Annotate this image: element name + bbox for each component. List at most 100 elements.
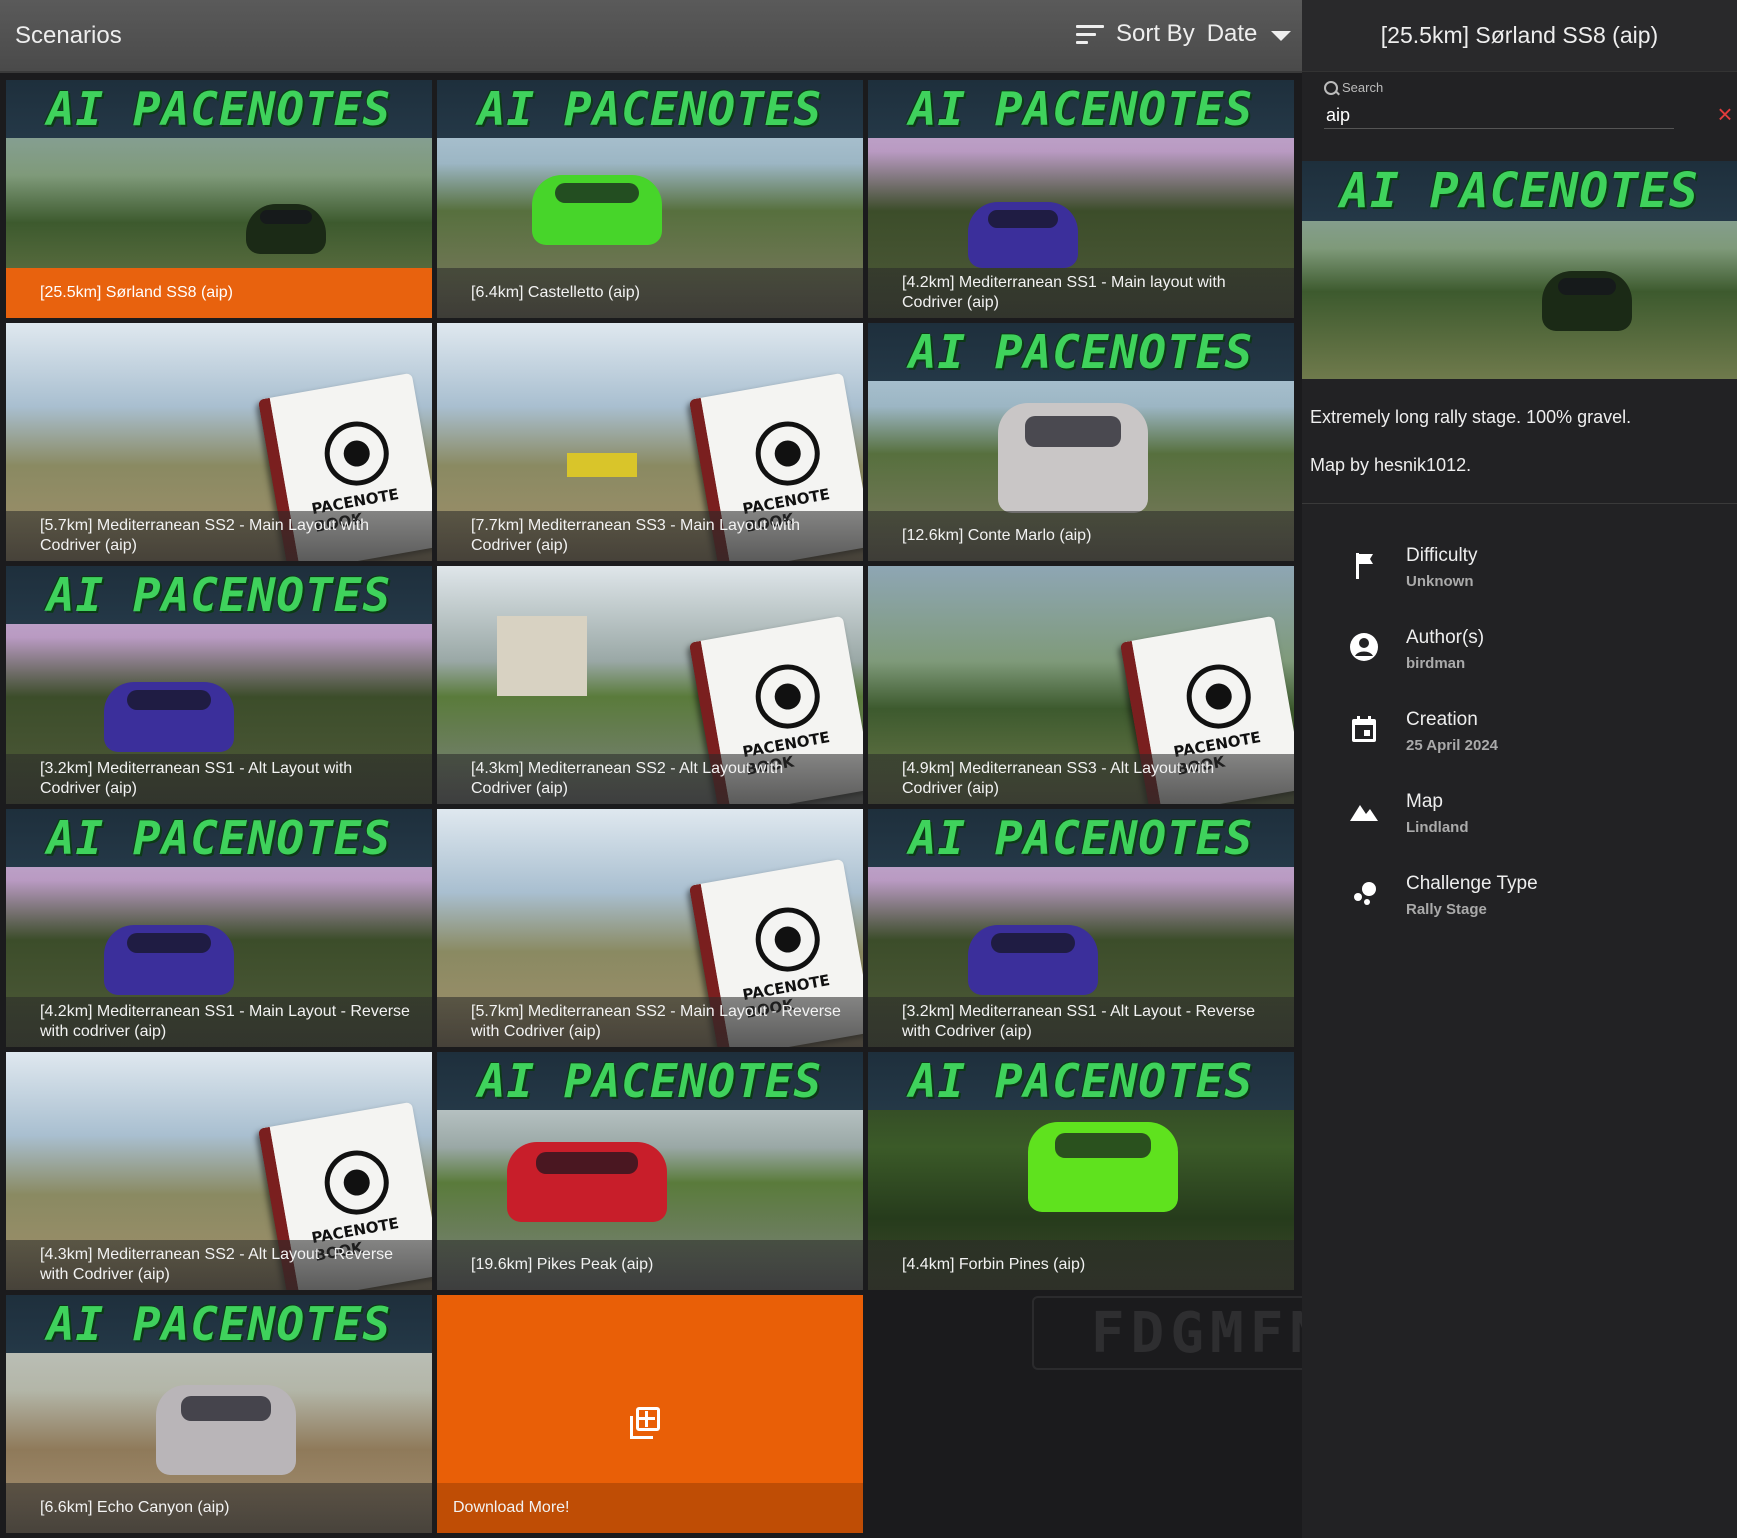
info-key: Challenge Type (1406, 873, 1538, 894)
tile-caption: [4.4km] Forbin Pines (aip) (868, 1240, 1294, 1290)
add-to-library-icon (630, 1407, 660, 1439)
info-row-map: Map Lindland (1302, 791, 1737, 873)
flag-icon (1356, 553, 1373, 579)
sort-icon (1076, 23, 1104, 45)
info-row-creation: Creation 25 April 2024 (1302, 709, 1737, 791)
car-image (156, 1385, 296, 1475)
sort-dropdown[interactable]: Date (1207, 20, 1292, 48)
caret-down-icon (1271, 31, 1292, 41)
scenario-tile[interactable]: AI PACENOTES [4.4km] Forbin Pines (aip) (868, 1052, 1294, 1290)
info-key: Map (1406, 791, 1443, 812)
tent-image (567, 453, 637, 477)
car-image (968, 202, 1078, 268)
page-title: Scenarios (15, 22, 122, 49)
scenario-tile[interactable]: PACENOTE BOOK [4.3km] Mediterranean SS2 … (6, 1052, 432, 1290)
tile-caption: [6.6km] Echo Canyon (aip) (6, 1483, 432, 1533)
tile-caption: [4.3km] Mediterranean SS2 - Alt Layout -… (6, 1240, 432, 1290)
emblem-icon (319, 1145, 394, 1220)
car-image (246, 204, 326, 254)
search-label: Search (1342, 80, 1384, 95)
search-input[interactable] (1324, 102, 1674, 129)
scenario-preview-image: AI PACENOTES (1302, 161, 1737, 379)
scenario-tile[interactable]: AI PACENOTES [6.4km] Castelletto (aip) (437, 80, 863, 318)
tile-caption: [3.2km] Mediterranean SS1 - Alt Layout -… (868, 997, 1294, 1047)
scenario-tile[interactable]: PACENOTE BOOK [4.3km] Mediterranean SS2 … (437, 566, 863, 804)
tile-caption: [4.9km] Mediterranean SS3 - Alt Layout w… (868, 754, 1294, 804)
sort-label: Sort By (1116, 20, 1195, 47)
scenario-tile[interactable]: PACENOTE BOOK [5.7km] Mediterranean SS2 … (6, 323, 432, 561)
info-row-challenge-type: Challenge Type Rally Stage (1302, 873, 1737, 955)
selected-scenario-title: [25.5km] Sørland SS8 (aip) (1302, 0, 1737, 72)
scenario-details-panel: [25.5km] Sørland SS8 (aip) Search × AI P… (1302, 0, 1737, 1538)
info-key: Author(s) (1406, 627, 1485, 648)
car-image (532, 175, 662, 245)
tile-banner: AI PACENOTES (868, 323, 1294, 381)
search-box: Search × (1324, 80, 1734, 132)
scenario-tile[interactable]: AI PACENOTES [19.6km] Pikes Peak (aip) (437, 1052, 863, 1290)
emblem-icon (1181, 659, 1256, 734)
scenario-tile[interactable]: PACENOTE BOOK [7.7km] Mediterranean SS3 … (437, 323, 863, 561)
emblem-icon (319, 416, 394, 491)
info-key: Difficulty (1406, 545, 1478, 566)
scenario-tile[interactable]: PACENOTE BOOK [4.9km] Mediterranean SS3 … (868, 566, 1294, 804)
tile-caption: [3.2km] Mediterranean SS1 - Alt Layout w… (6, 754, 432, 804)
info-value: 25 April 2024 (1406, 737, 1498, 754)
info-value: birdman (1406, 655, 1466, 672)
tile-caption: [4.2km] Mediterranean SS1 - Main layout … (868, 268, 1294, 318)
tile-caption: [4.3km] Mediterranean SS2 - Alt Layout w… (437, 754, 863, 804)
tile-banner: AI PACENOTES (437, 80, 863, 138)
tile-caption: [4.2km] Mediterranean SS1 - Main Layout … (6, 997, 432, 1047)
car-image (998, 403, 1148, 513)
tile-caption: [12.6km] Conte Marlo (aip) (868, 511, 1294, 561)
divider (1302, 503, 1737, 504)
clear-search-icon[interactable]: × (1714, 101, 1736, 128)
scenario-tile[interactable]: PACENOTE BOOK [5.7km] Mediterranean SS2 … (437, 809, 863, 1047)
scenario-tile[interactable]: AI PACENOTES [3.2km] Mediterranean SS1 -… (868, 809, 1294, 1047)
car-image (1542, 271, 1632, 331)
building-image (497, 616, 587, 696)
description-line: Extremely long rally stage. 100% gravel. (1310, 407, 1632, 427)
tile-caption: [7.7km] Mediterranean SS3 - Main Layout … (437, 511, 863, 561)
car-image (507, 1142, 667, 1222)
scenario-tile[interactable]: AI PACENOTES [4.2km] Mediterranean SS1 -… (6, 809, 432, 1047)
tile-caption: [25.5km] Sørland SS8 (aip) (6, 268, 432, 318)
bubbles-icon (1354, 882, 1376, 905)
emblem-icon (750, 659, 825, 734)
tile-banner: AI PACENOTES (868, 80, 1294, 138)
tile-caption: [6.4km] Castelletto (aip) (437, 268, 863, 318)
car-image (104, 925, 234, 995)
description-line: Map by hesnik1012. (1310, 455, 1472, 475)
scenarios-header: Scenarios Sort By Date (0, 0, 1302, 73)
mountain-icon (1350, 805, 1378, 821)
download-more-tile[interactable]: Download More! (437, 1295, 863, 1533)
scenario-tile[interactable]: AI PACENOTES [3.2km] Mediterranean SS1 -… (6, 566, 432, 804)
car-image (1028, 1122, 1178, 1212)
tile-banner: AI PACENOTES (6, 809, 432, 867)
tile-banner: AI PACENOTES (6, 566, 432, 624)
info-row-difficulty: Difficulty Unknown (1302, 545, 1737, 627)
scenario-tile[interactable]: AI PACENOTES [6.6km] Echo Canyon (aip) (6, 1295, 432, 1533)
calendar-icon (1352, 716, 1376, 742)
preview-banner: AI PACENOTES (1302, 161, 1737, 221)
info-key: Creation (1406, 709, 1478, 730)
info-row-authors: Author(s) birdman (1302, 627, 1737, 709)
scenario-tile[interactable]: AI PACENOTES [25.5km] Sørland SS8 (aip) (6, 80, 432, 318)
sort-control[interactable]: Sort By Date (1076, 20, 1292, 48)
scenario-tile[interactable]: AI PACENOTES [12.6km] Conte Marlo (aip) (868, 323, 1294, 561)
info-value: Rally Stage (1406, 901, 1487, 918)
car-image (968, 925, 1098, 995)
tile-caption: [5.7km] Mediterranean SS2 - Main Layout … (437, 997, 863, 1047)
info-value: Unknown (1406, 573, 1474, 590)
info-value: Lindland (1406, 819, 1469, 836)
scenario-description: Extremely long rally stage. 100% gravel.… (1310, 405, 1730, 501)
tile-caption: [5.7km] Mediterranean SS2 - Main Layout … (6, 511, 432, 561)
search-icon (1324, 80, 1338, 95)
download-more-label: Download More! (437, 1483, 863, 1533)
scenario-tile[interactable]: AI PACENOTES [4.2km] Mediterranean SS1 -… (868, 80, 1294, 318)
tile-banner: AI PACENOTES (868, 1052, 1294, 1110)
emblem-icon (750, 902, 825, 977)
search-label-row: Search (1324, 80, 1383, 95)
tile-banner: AI PACENOTES (868, 809, 1294, 867)
tile-banner: AI PACENOTES (6, 1295, 432, 1353)
tile-banner: AI PACENOTES (437, 1052, 863, 1110)
